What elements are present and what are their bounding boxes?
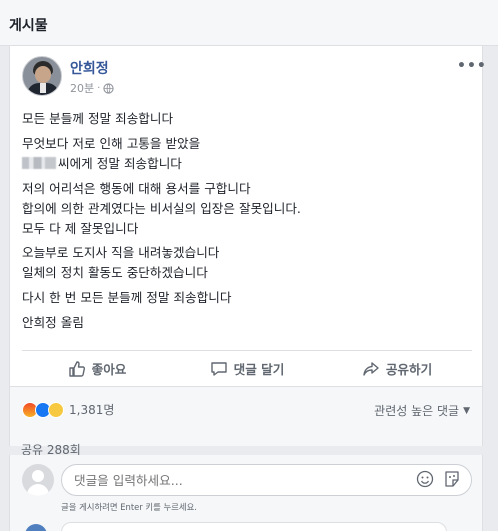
comment-composer: 글을 게시하려면 Enter 키를 누르세요.: [9, 455, 483, 531]
author-avatar[interactable]: [22, 56, 62, 96]
post-line-with-redacted-name: 씨에게 정말 죄송합니다: [22, 153, 182, 172]
post-line: 모두 다 제 잘못입니다: [22, 221, 139, 236]
comment-sort-dropdown[interactable]: 관련성 높은 댓글 ▼: [374, 402, 470, 419]
reactions-bar: 1,381명 관련성 높은 댓글 ▼: [10, 386, 482, 446]
comment-hint: 글을 게시하려면 Enter 키를 누르세요.: [61, 502, 197, 512]
reaction-count: 1,381명: [69, 403, 115, 417]
thumbs-up-icon: [68, 360, 85, 377]
post-line: 저의 어리석은 행동에 대해 용서를 구합니다: [22, 181, 251, 196]
next-comment-bubble: [61, 522, 447, 531]
next-comment-avatar: [25, 524, 47, 531]
post-line: 다시 한 번 모든 분들께 정말 죄송합니다: [22, 290, 232, 305]
comment-button[interactable]: 댓글 달기: [172, 351, 322, 386]
comment-input[interactable]: [61, 464, 472, 496]
section-header: 게시물: [0, 0, 498, 46]
share-button[interactable]: 공유하기: [322, 351, 472, 386]
redacted-name: [22, 157, 56, 169]
post-action-bar: 좋아요 댓글 달기 공유하기: [22, 350, 472, 386]
meta-separator: ·: [97, 82, 101, 94]
globe-icon[interactable]: [103, 82, 114, 94]
post-line: 모든 분들께 정말 죄송합니다: [22, 111, 174, 126]
like-button[interactable]: 좋아요: [22, 351, 172, 386]
like-label: 좋아요: [91, 362, 127, 377]
post-line: 합의에 의한 관계였다는 비서실의 입장은 잘못입니다.: [22, 201, 301, 216]
post-line: 오늘부로 도지사 직을 내려놓겠습니다: [22, 245, 220, 260]
post-timestamp[interactable]: 20분: [70, 80, 94, 96]
comment-sort-label: 관련성 높은 댓글: [374, 404, 460, 418]
post-line-text: 씨에게 정말 죄송합니다: [58, 156, 182, 171]
sad-reaction-icon: [48, 401, 64, 418]
smiley-icon[interactable]: [416, 470, 434, 488]
comment-label: 댓글 달기: [233, 362, 285, 377]
caret-down-icon: ▼: [463, 405, 470, 416]
more-options-icon[interactable]: •••: [457, 58, 487, 74]
post-line: 무엇보다 저로 인해 고통을 받았을: [22, 136, 201, 151]
post-card: 안희정 20분 · ••• 모든 분들께 정말 죄송합니다 무엇보다 저로 인해…: [9, 46, 486, 446]
sticker-icon[interactable]: [443, 470, 461, 488]
share-arrow-icon: [363, 361, 379, 376]
viewer-avatar: [22, 464, 54, 496]
post-line: 안희정 올림: [22, 315, 84, 330]
reaction-summary[interactable]: 1,381명: [22, 401, 114, 418]
speech-bubble-icon: [210, 361, 227, 376]
post-meta: 20분 ·: [70, 80, 114, 96]
author-name-link[interactable]: 안희정: [70, 58, 109, 78]
post-line: 일체의 정치 활동도 중단하겠습니다: [22, 265, 208, 280]
section-title: 게시물: [9, 18, 48, 34]
share-label: 공유하기: [385, 362, 433, 377]
